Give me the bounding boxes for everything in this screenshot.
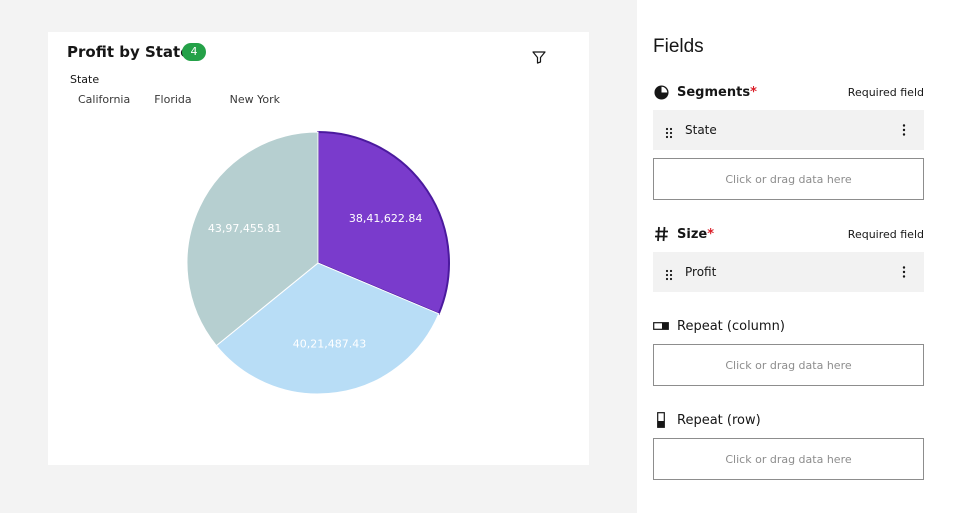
segments-required-text: Required field [847, 85, 924, 99]
overflow-menu-icon[interactable] [892, 260, 916, 284]
repeat-column-icon [653, 318, 669, 334]
size-required-text: Required field [847, 227, 924, 241]
repeat-row-label: Repeat (row) [677, 412, 761, 428]
drag-handle-icon[interactable] [665, 266, 673, 281]
segments-drop-zone[interactable]: Click or drag data here [653, 158, 924, 200]
segments-required-mark: * [750, 84, 757, 100]
chart-card[interactable]: Profit by State 4 State California Flori… [48, 32, 589, 465]
repeat-column-slot-header: Repeat (column) [653, 316, 924, 336]
repeat-row-slot-header: Repeat (row) [653, 410, 924, 430]
fields-panel: Fields Segments * Required field State C [637, 0, 973, 513]
segments-label: Segments [677, 84, 751, 100]
pie-slice-label-0: 38,41,622.84 [349, 212, 422, 225]
drag-handle-icon[interactable] [665, 124, 673, 139]
repeat-row-drop-zone[interactable]: Click or drag data here [653, 438, 924, 480]
segments-slot-header: Segments * Required field [653, 82, 924, 102]
size-required-mark: * [707, 226, 715, 242]
size-slot-header: Size * Required field [653, 224, 924, 244]
canvas-area: Profit by State 4 State California Flori… [0, 0, 637, 513]
segments-field-pill[interactable]: State [653, 110, 924, 150]
size-field-name: Profit [685, 265, 717, 279]
size-field-pill[interactable]: Profit [653, 252, 924, 292]
panel-title: Fields [653, 36, 704, 57]
size-label: Size [677, 226, 708, 242]
pie-slice-label-2: 43,97,455.81 [208, 222, 281, 235]
hash-icon [653, 226, 669, 242]
pie-slice-label-1: 40,21,487.43 [293, 337, 366, 350]
repeat-row-icon [653, 412, 669, 428]
pie-segment-icon [653, 84, 669, 100]
segments-field-name: State [685, 123, 717, 137]
repeat-column-drop-zone[interactable]: Click or drag data here [653, 344, 924, 386]
repeat-column-label: Repeat (column) [677, 318, 785, 334]
pie-chart: 38,41,622.84 40,21,487.43 43,97,455.81 [186, 130, 450, 395]
overflow-menu-icon[interactable] [892, 118, 916, 142]
